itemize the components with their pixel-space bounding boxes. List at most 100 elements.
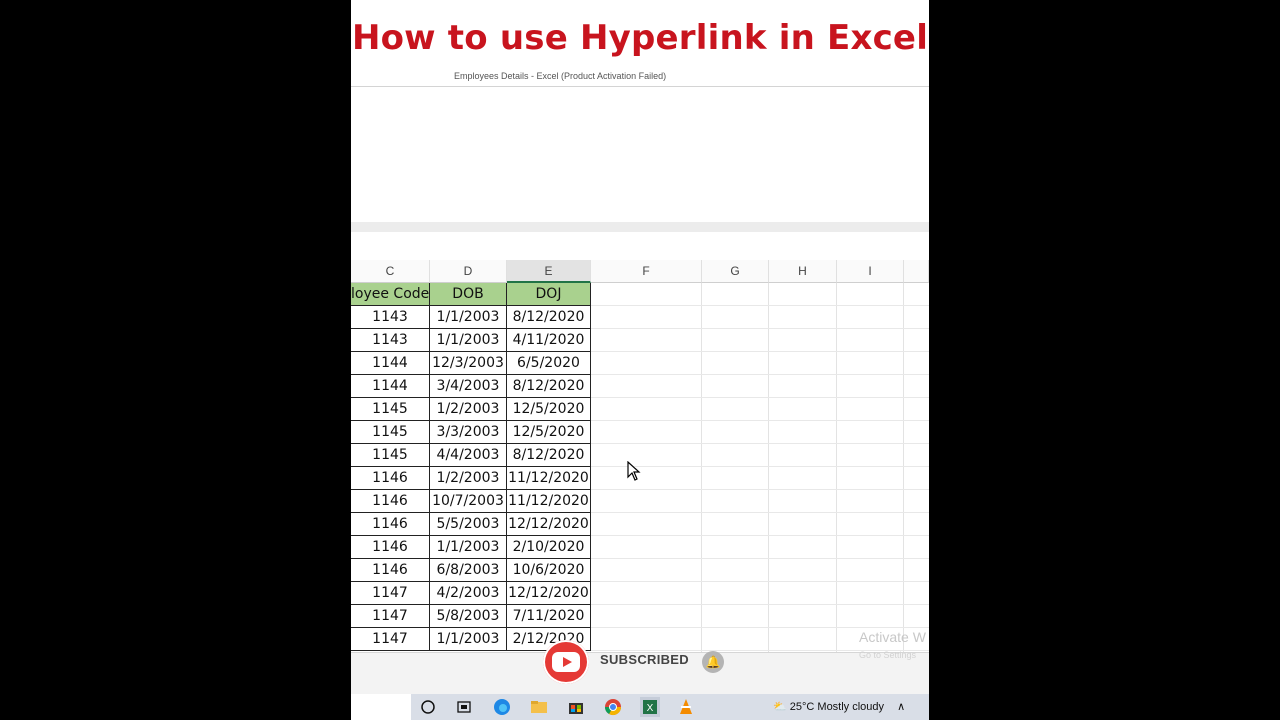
table-header-cell[interactable]: loyee Code bbox=[351, 283, 430, 306]
table-cell[interactable]: 10/7/2003 bbox=[430, 490, 507, 513]
table-cell[interactable]: 6/8/2003 bbox=[430, 559, 507, 582]
table-cell[interactable]: 10/6/2020 bbox=[507, 559, 591, 582]
table-cell[interactable]: 1146 bbox=[351, 467, 430, 490]
gridline bbox=[836, 283, 837, 652]
file-explorer-icon[interactable] bbox=[529, 697, 549, 717]
gridline bbox=[591, 305, 929, 306]
subscribed-label: SUBSCRIBED bbox=[600, 652, 689, 667]
table-cell[interactable]: 1146 bbox=[351, 536, 430, 559]
table-cell[interactable]: 3/3/2003 bbox=[430, 421, 507, 444]
mouse-cursor-icon bbox=[627, 461, 641, 481]
gridline bbox=[701, 283, 702, 652]
table-cell[interactable]: 4/2/2003 bbox=[430, 582, 507, 605]
gridline bbox=[591, 627, 929, 628]
table-cell[interactable]: 1/1/2003 bbox=[430, 628, 507, 651]
table-cell[interactable]: 1/1/2003 bbox=[430, 306, 507, 329]
activate-windows-watermark: Activate W bbox=[859, 629, 926, 645]
table-cell[interactable]: 1144 bbox=[351, 375, 430, 398]
table-cell[interactable]: 1145 bbox=[351, 421, 430, 444]
table-cell[interactable]: 3/4/2003 bbox=[430, 375, 507, 398]
table-cell[interactable]: 11/12/2020 bbox=[507, 467, 591, 490]
table-cell[interactable]: 12/3/2003 bbox=[430, 352, 507, 375]
table-cell[interactable]: 1146 bbox=[351, 559, 430, 582]
table-cell[interactable]: 1145 bbox=[351, 398, 430, 421]
bell-icon[interactable]: 🔔 bbox=[702, 651, 724, 673]
table-cell[interactable]: 7/11/2020 bbox=[507, 605, 591, 628]
table-cell[interactable]: 1145 bbox=[351, 444, 430, 467]
column-header-d[interactable]: D bbox=[430, 260, 507, 283]
gridline bbox=[591, 535, 929, 536]
table-cell[interactable]: 6/5/2020 bbox=[507, 352, 591, 375]
table-cell[interactable]: 8/12/2020 bbox=[507, 444, 591, 467]
gridline bbox=[591, 581, 929, 582]
subscribe-overlay[interactable]: SUBSCRIBED 🔔 bbox=[543, 640, 733, 684]
ribbon-band bbox=[351, 222, 929, 232]
table-cell[interactable]: 2/10/2020 bbox=[507, 536, 591, 559]
table-cell[interactable]: 5/5/2003 bbox=[430, 513, 507, 536]
windows-taskbar: X ⛅ 25°C Mostly cloudy ∧ bbox=[411, 694, 929, 720]
table-cell[interactable]: 11/12/2020 bbox=[507, 490, 591, 513]
table-header-cell[interactable]: DOB bbox=[430, 283, 507, 306]
weather-icon: ⛅ bbox=[773, 701, 787, 713]
gridline bbox=[591, 512, 929, 513]
edge-icon[interactable] bbox=[492, 697, 512, 717]
table-cell[interactable]: 5/8/2003 bbox=[430, 605, 507, 628]
table-cell[interactable]: 1144 bbox=[351, 352, 430, 375]
column-header-f[interactable]: F bbox=[591, 260, 702, 283]
title-divider bbox=[351, 86, 929, 87]
store-icon[interactable] bbox=[566, 697, 586, 717]
gridline bbox=[591, 420, 929, 421]
table-cell[interactable]: 1147 bbox=[351, 582, 430, 605]
gridline bbox=[591, 489, 929, 490]
table-cell[interactable]: 1/1/2003 bbox=[430, 329, 507, 352]
gridline bbox=[591, 328, 929, 329]
video-title: How to use Hyperlink in Excel bbox=[351, 18, 929, 58]
chevron-up-icon[interactable]: ∧ bbox=[897, 701, 905, 713]
activate-windows-subtext: Go to Settings bbox=[859, 650, 917, 660]
gridline bbox=[591, 558, 929, 559]
chrome-icon[interactable] bbox=[603, 697, 623, 717]
table-cell[interactable]: 1143 bbox=[351, 329, 430, 352]
column-header-g[interactable]: G bbox=[702, 260, 769, 283]
spreadsheet-grid[interactable]: C D E F G H I loyee Code DOB DOJ 1143 1/1/20… bbox=[351, 260, 929, 652]
search-icon[interactable] bbox=[418, 697, 438, 717]
table-cell[interactable]: 1146 bbox=[351, 513, 430, 536]
excel-icon[interactable]: X bbox=[640, 697, 660, 717]
table-cell[interactable]: 4/11/2020 bbox=[507, 329, 591, 352]
vlc-icon[interactable] bbox=[676, 697, 696, 717]
play-icon bbox=[563, 657, 572, 667]
gridline bbox=[903, 283, 904, 652]
column-header-h[interactable]: H bbox=[769, 260, 837, 283]
excel-window-title: Employees Details - Excel (Product Activ… bbox=[454, 71, 667, 81]
table-header-cell[interactable]: DOJ bbox=[507, 283, 591, 306]
youtube-button[interactable] bbox=[543, 640, 589, 684]
weather-text: 25°C Mostly cloudy bbox=[789, 701, 885, 713]
table-cell[interactable]: 8/12/2020 bbox=[507, 375, 591, 398]
gridline bbox=[591, 443, 929, 444]
task-view-icon[interactable] bbox=[454, 697, 474, 717]
column-header-next[interactable] bbox=[904, 260, 929, 283]
table-cell[interactable]: 12/5/2020 bbox=[507, 421, 591, 444]
column-header-i[interactable]: I bbox=[837, 260, 904, 283]
gridline bbox=[591, 397, 929, 398]
video-frame: How to use Hyperlink in Excel Employees … bbox=[351, 0, 929, 720]
weather-widget[interactable]: ⛅ 25°C Mostly cloudy ∧ bbox=[773, 694, 905, 720]
table-cell[interactable]: 12/12/2020 bbox=[507, 582, 591, 605]
column-header-e[interactable]: E bbox=[507, 260, 591, 283]
table-cell[interactable]: 1/2/2003 bbox=[430, 398, 507, 421]
table-cell[interactable]: 12/12/2020 bbox=[507, 513, 591, 536]
gridline bbox=[768, 283, 769, 652]
gridline bbox=[591, 466, 929, 467]
table-cell[interactable]: 1147 bbox=[351, 605, 430, 628]
table-cell[interactable]: 1/1/2003 bbox=[430, 536, 507, 559]
table-cell[interactable]: 1143 bbox=[351, 306, 430, 329]
table-cell[interactable]: 1147 bbox=[351, 628, 430, 651]
svg-text:X: X bbox=[647, 703, 654, 714]
table-cell[interactable]: 1/2/2003 bbox=[430, 467, 507, 490]
table-cell[interactable]: 8/12/2020 bbox=[507, 306, 591, 329]
column-header-c[interactable]: C bbox=[351, 260, 430, 283]
gridline bbox=[591, 604, 929, 605]
table-cell[interactable]: 4/4/2003 bbox=[430, 444, 507, 467]
table-cell[interactable]: 1146 bbox=[351, 490, 430, 513]
table-cell[interactable]: 12/5/2020 bbox=[507, 398, 591, 421]
